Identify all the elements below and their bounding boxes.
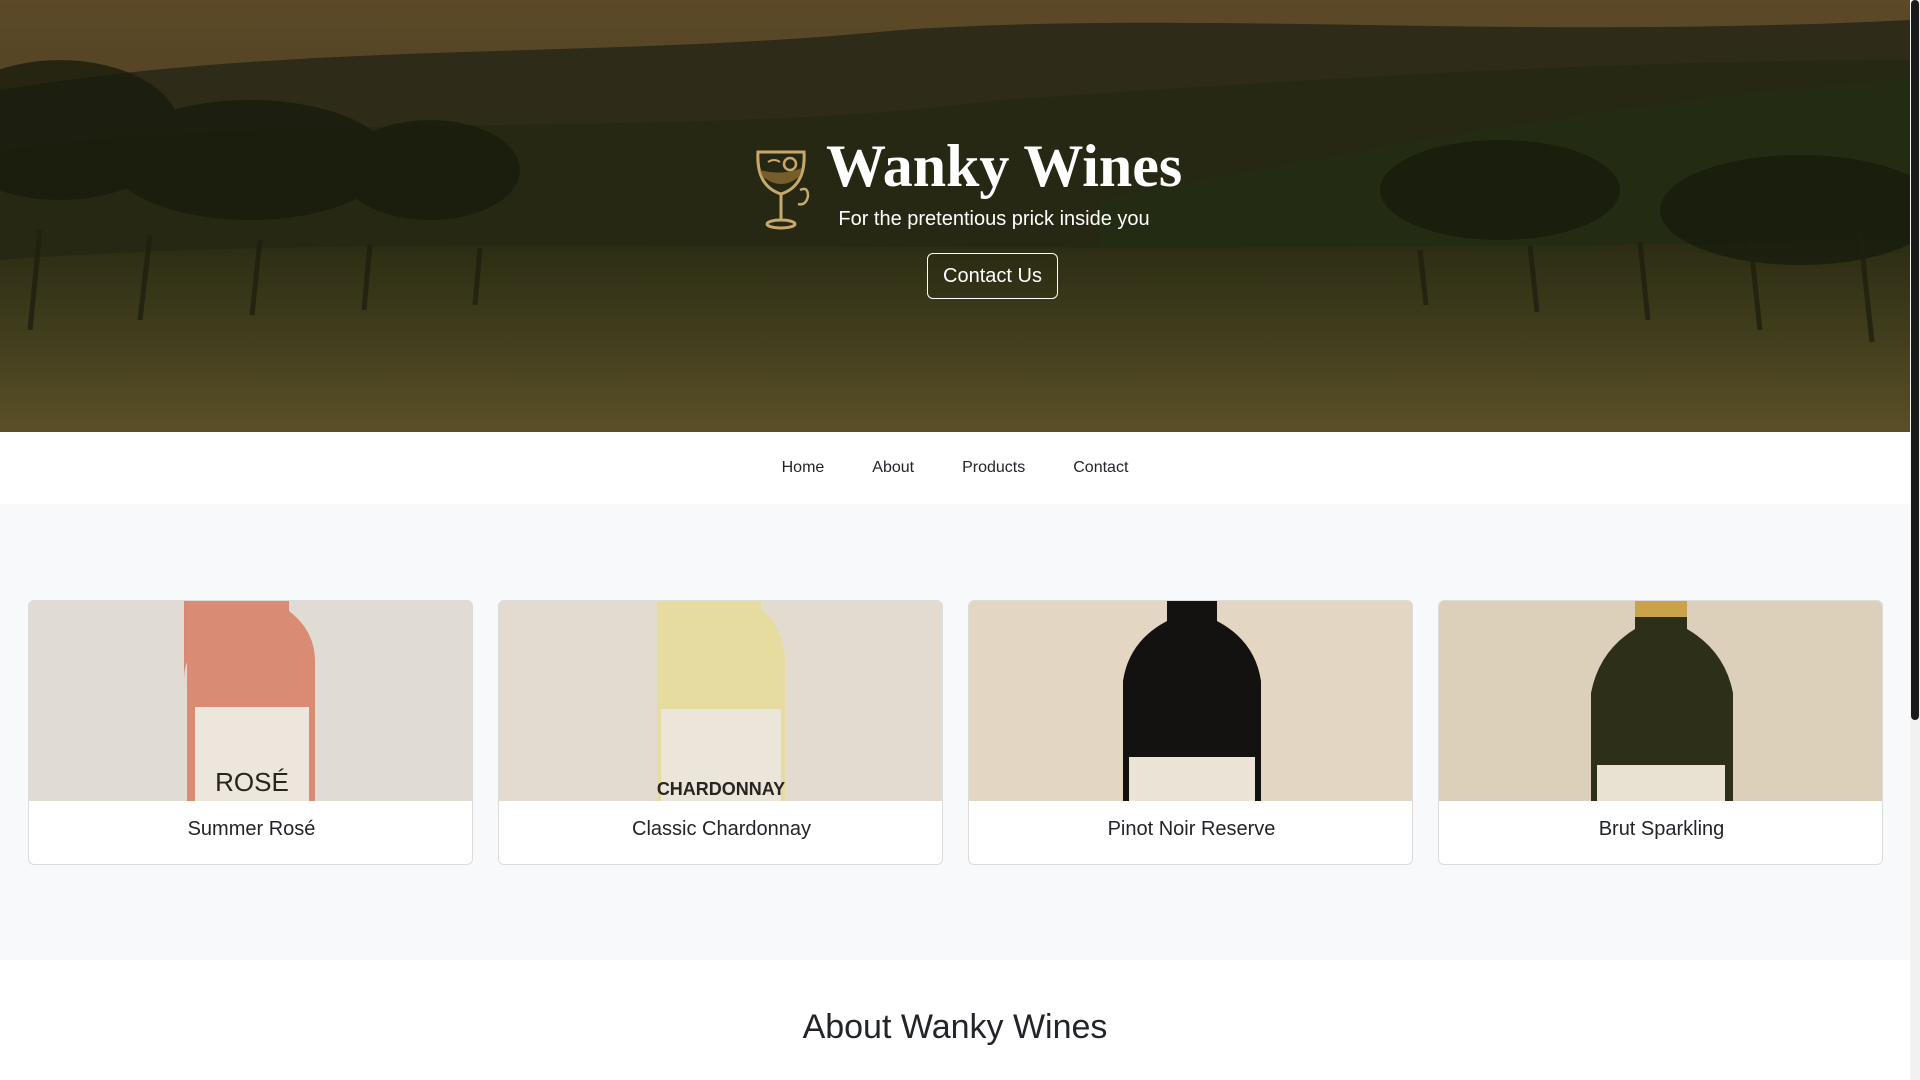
hero-banner: Wanky Wines For the pretentious prick in… (0, 0, 1910, 432)
product-card-brut-sparkling[interactable]: Brut Sparkling (1438, 600, 1883, 865)
products-section: ROSÉ Summer Rosé CHARDONNAY Classic Char… (0, 504, 1910, 960)
product-card-pinot-noir-reserve[interactable]: Pinot Noir Reserve (968, 600, 1413, 865)
site-title: Wanky Wines (826, 133, 1183, 199)
nav-link-about[interactable]: About (872, 459, 914, 477)
product-card-classic-chardonnay[interactable]: CHARDONNAY Classic Chardonnay (498, 600, 943, 865)
page: Wanky Wines For the pretentious prick in… (0, 0, 1910, 1080)
tagline: For the pretentious prick inside you (838, 208, 1150, 230)
scrollbar-thumb[interactable] (1911, 0, 1919, 720)
nav-link-home[interactable]: Home (782, 459, 825, 477)
page-scrollbar[interactable] (1910, 0, 1920, 1080)
nav-link-contact[interactable]: Contact (1073, 459, 1128, 477)
contact-us-button[interactable]: Contact Us (927, 253, 1058, 299)
nav-link-products[interactable]: Products (962, 459, 1025, 477)
main-navigation: Home About Products Contact (0, 432, 1910, 504)
about-section: About Wanky Wines (0, 960, 1910, 1080)
rose-bottle-label: ROSÉ (215, 767, 289, 797)
rose-bottle-image: ROSÉ (29, 601, 472, 801)
product-title: Brut Sparkling (1598, 818, 1725, 840)
product-card-summer-rose[interactable]: ROSÉ Summer Rosé (28, 600, 473, 865)
brut-sparkling-bottle-image (1439, 601, 1882, 801)
product-title: Pinot Noir Reserve (1107, 818, 1276, 840)
chardonnay-bottle-label: CHARDONNAY (657, 779, 785, 799)
pinot-noir-bottle-image (969, 601, 1412, 801)
product-title: Classic Chardonnay (632, 818, 811, 840)
product-title: Summer Rosé (187, 818, 316, 840)
chardonnay-bottle-image: CHARDONNAY (499, 601, 942, 801)
about-heading: About Wanky Wines (802, 1008, 1108, 1046)
